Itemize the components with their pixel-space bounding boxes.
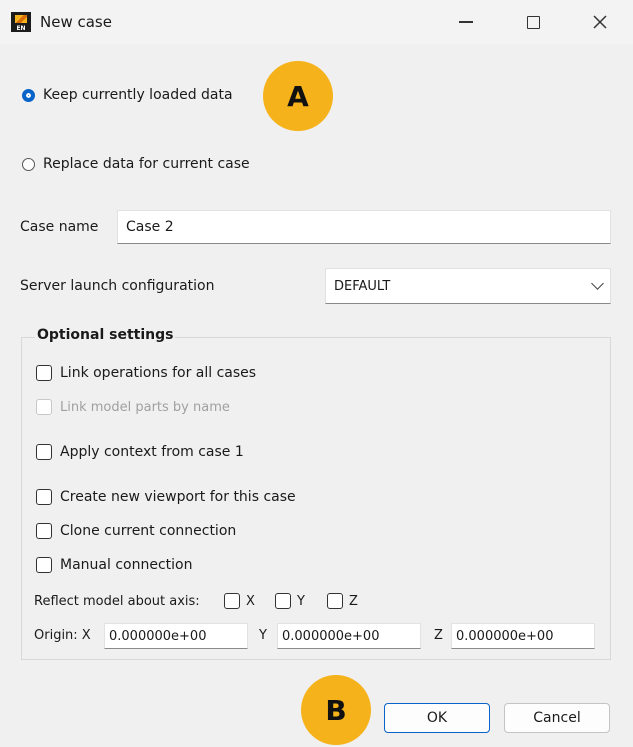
checkbox-box: [36, 557, 52, 573]
app-icon-text: EN: [16, 25, 26, 32]
ensight-app-icon: EN: [11, 12, 31, 32]
radio-selected-icon: [22, 88, 35, 102]
checkbox-clone-connection[interactable]: Clone current connection: [36, 523, 236, 539]
checkbox-box: [36, 365, 52, 381]
close-icon: [593, 15, 607, 29]
server-launch-select[interactable]: DEFAULT: [325, 268, 611, 304]
case-name-input[interactable]: Case 2: [117, 210, 611, 244]
checkbox-box: [36, 523, 52, 539]
checkbox-create-viewport[interactable]: Create new viewport for this case: [36, 489, 296, 505]
close-button[interactable]: [577, 0, 623, 44]
app-icon-flag: [15, 15, 27, 23]
checkbox-link-model-parts: Link model parts by name: [36, 399, 230, 415]
checkbox-label: Create new viewport for this case: [60, 489, 296, 505]
optional-settings-title: Optional settings: [35, 327, 176, 343]
chevron-down-icon: [591, 277, 604, 290]
radio-replace-data[interactable]: Replace data for current case: [22, 156, 250, 172]
server-launch-value: DEFAULT: [334, 278, 391, 294]
marker-b: B: [301, 675, 371, 745]
checkbox-label: Link model parts by name: [60, 399, 230, 415]
origin-y-value: 0.000000e+00: [282, 628, 380, 644]
title-bar: EN New case: [0, 0, 633, 44]
checkbox-reflect-z[interactable]: Z: [327, 593, 358, 609]
checkbox-link-operations[interactable]: Link operations for all cases: [36, 365, 256, 381]
new-case-dialog: EN New case Keep currently loaded data A…: [0, 0, 633, 747]
origin-z-label: Z: [434, 628, 443, 643]
checkbox-label: Manual connection: [60, 557, 193, 573]
radio-unselected-icon: [22, 157, 35, 171]
checkbox-box: [36, 399, 52, 415]
cancel-button[interactable]: Cancel: [504, 703, 610, 733]
checkbox-box: [36, 489, 52, 505]
server-launch-label: Server launch configuration: [20, 278, 215, 294]
marker-a: A: [263, 61, 333, 131]
checkbox-label: Clone current connection: [60, 523, 237, 539]
case-name-value: Case 2: [126, 219, 174, 235]
origin-z-input[interactable]: 0.000000e+00: [451, 623, 595, 649]
checkbox-reflect-y[interactable]: Y: [275, 593, 305, 609]
checkbox-box: [327, 593, 343, 609]
reflect-label: Reflect model about axis:: [34, 594, 200, 609]
checkbox-box: [275, 593, 291, 609]
checkbox-apply-context[interactable]: Apply context from case 1: [36, 444, 244, 460]
checkbox-label: Link operations for all cases: [60, 365, 257, 381]
checkbox-label: Y: [297, 593, 305, 609]
origin-x-label: Origin: X: [34, 628, 91, 643]
checkbox-box: [224, 593, 240, 609]
case-name-label: Case name: [20, 219, 99, 235]
maximize-button[interactable]: [510, 0, 556, 44]
origin-x-input[interactable]: 0.000000e+00: [104, 623, 248, 649]
ok-button[interactable]: OK: [384, 703, 490, 733]
checkbox-label: Z: [349, 593, 358, 609]
checkbox-label: X: [246, 593, 255, 609]
window-title: New case: [40, 13, 112, 31]
checkbox-reflect-x[interactable]: X: [224, 593, 255, 609]
radio-keep-data-label: Keep currently loaded data: [43, 87, 233, 103]
checkbox-manual-connection[interactable]: Manual connection: [36, 557, 192, 573]
minimize-icon: [459, 21, 473, 23]
origin-z-value: 0.000000e+00: [456, 628, 554, 644]
radio-keep-data[interactable]: Keep currently loaded data: [22, 87, 233, 103]
minimize-button[interactable]: [443, 0, 489, 44]
origin-y-label: Y: [259, 628, 267, 643]
checkbox-label: Apply context from case 1: [60, 444, 244, 460]
origin-y-input[interactable]: 0.000000e+00: [277, 623, 421, 649]
radio-replace-data-label: Replace data for current case: [43, 156, 250, 172]
checkbox-box: [36, 444, 52, 460]
origin-x-value: 0.000000e+00: [109, 628, 207, 644]
maximize-icon: [526, 15, 540, 29]
